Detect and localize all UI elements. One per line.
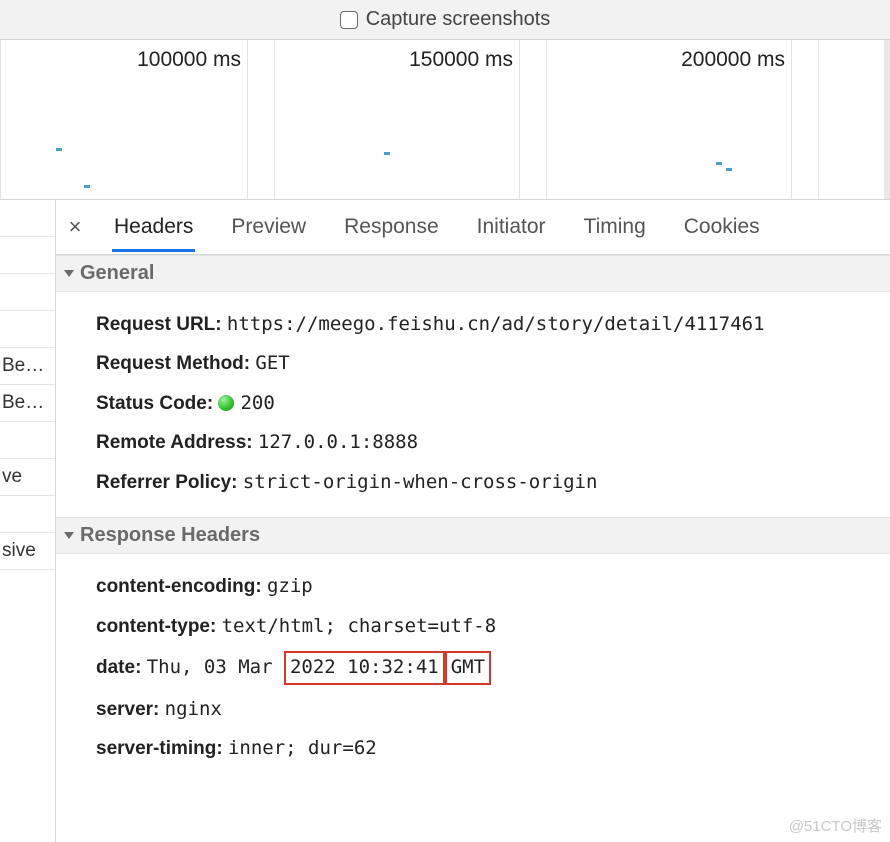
request-url: Request URL: https://meego.feishu.cn/ad/… — [96, 310, 876, 339]
kv-key: Referrer Policy: — [96, 472, 238, 493]
close-icon[interactable]: × — [64, 214, 86, 240]
watermark: @51CTO博客 — [789, 815, 882, 836]
detail-panel: × Headers Preview Response Initiator Timing C… — [56, 200, 890, 842]
timeline-tick-label: 100000 ms — [137, 48, 241, 72]
status-dot-icon — [218, 395, 234, 411]
detail-tabs: × Headers Preview Response Initiator Timing C… — [56, 200, 890, 255]
remote-address: Remote Address: 127.0.0.1:8888 — [96, 428, 876, 457]
network-timeline[interactable]: 100000 ms 150000 ms 200000 ms — [0, 40, 890, 200]
date-header: date: Thu, 03 Mar 2022 10:32:41GMT — [96, 651, 876, 684]
timeline-marker — [726, 168, 732, 171]
kv-value: text/html; charset=utf-8 — [222, 615, 497, 637]
kv-key: server: — [96, 699, 159, 720]
content-encoding: content-encoding: gzip — [96, 572, 876, 601]
kv-value: 200 — [240, 392, 274, 414]
kv-key: Status Code: — [96, 393, 213, 414]
kv-key: content-type: — [96, 616, 216, 637]
kv-value: inner; dur=62 — [228, 737, 377, 759]
request-list-sidebar[interactable]: Be…Be… ve sive — [0, 200, 56, 842]
kv-key: content-encoding: — [96, 576, 262, 597]
status-code: Status Code: 200 — [96, 389, 876, 418]
general-block: Request URL: https://meego.feishu.cn/ad/… — [56, 292, 890, 517]
kv-value: nginx — [165, 698, 222, 720]
content-type: content-type: text/html; charset=utf-8 — [96, 612, 876, 641]
tab-preview[interactable]: Preview — [229, 203, 308, 252]
response-headers-block: content-encoding: gzip content-type: tex… — [56, 554, 890, 783]
date-highlight-box: 2022 10:32:41 — [284, 651, 445, 684]
server-timing: server-timing: inner; dur=62 — [96, 734, 876, 763]
list-item[interactable]: Be… — [0, 385, 55, 422]
section-title: General — [80, 262, 154, 285]
chevron-down-icon — [64, 532, 74, 539]
list-item[interactable] — [0, 237, 55, 274]
kv-key: Remote Address: — [96, 432, 253, 453]
list-item[interactable]: Be… — [0, 348, 55, 385]
tab-timing[interactable]: Timing — [582, 203, 648, 252]
list-item[interactable] — [0, 200, 55, 237]
list-item[interactable] — [0, 311, 55, 348]
list-item[interactable] — [0, 496, 55, 533]
list-item[interactable] — [0, 274, 55, 311]
section-title: Response Headers — [80, 524, 260, 547]
timeline-tick-label: 150000 ms — [409, 48, 513, 72]
tab-cookies[interactable]: Cookies — [682, 203, 762, 252]
request-method: Request Method: GET — [96, 349, 876, 378]
timeline-marker — [384, 152, 390, 155]
kv-value: gzip — [267, 575, 313, 597]
kv-value: https://meego.feishu.cn/ad/story/detail/… — [227, 313, 765, 335]
kv-key: Request Method: — [96, 353, 250, 374]
timeline-tick-label: 200000 ms — [681, 48, 785, 72]
capture-screenshots-toggle[interactable]: Capture screenshots — [340, 8, 551, 31]
detail-split: Be…Be… ve sive × Headers Preview Response Ini… — [0, 200, 890, 842]
list-item[interactable]: ve — [0, 459, 55, 496]
timeline-gridline — [546, 40, 547, 199]
kv-value: Thu, 03 Mar 2022 10:32:41GMT — [147, 656, 491, 678]
tab-initiator[interactable]: Initiator — [475, 203, 548, 252]
toolbar-row: Capture screenshots — [0, 0, 890, 40]
timeline-gridline — [274, 40, 275, 199]
timeline-gridline — [791, 40, 792, 199]
capture-label: Capture screenshots — [366, 8, 551, 31]
list-item[interactable] — [0, 422, 55, 459]
kv-value: 127.0.0.1:8888 — [258, 431, 418, 453]
kv-value: GET — [255, 352, 289, 374]
checkbox-icon[interactable] — [340, 11, 358, 29]
kv-key: date: — [96, 657, 141, 678]
timeline-scrollbar[interactable] — [884, 40, 890, 199]
timeline-gridline — [519, 40, 520, 199]
timeline-gridline — [247, 40, 248, 199]
tab-headers[interactable]: Headers — [112, 203, 195, 252]
kv-key: Request URL: — [96, 314, 222, 335]
server: server: nginx — [96, 695, 876, 724]
chevron-down-icon — [64, 270, 74, 277]
kv-key: server-timing: — [96, 738, 223, 759]
kv-value: strict-origin-when-cross-origin — [243, 471, 598, 493]
date-prefix: Thu, 03 Mar — [147, 656, 273, 678]
timeline-marker — [84, 185, 90, 188]
referrer-policy: Referrer Policy: strict-origin-when-cros… — [96, 468, 876, 497]
timeline-gridline — [818, 40, 819, 199]
section-general-header[interactable]: General — [56, 255, 890, 292]
tab-response[interactable]: Response — [342, 203, 441, 252]
section-response-headers-header[interactable]: Response Headers — [56, 517, 890, 554]
date-highlight-box-tz: GMT — [445, 651, 491, 684]
timeline-marker — [56, 148, 62, 151]
list-item[interactable]: sive — [0, 533, 55, 570]
timeline-gridline — [0, 40, 1, 199]
timeline-marker — [716, 162, 722, 165]
